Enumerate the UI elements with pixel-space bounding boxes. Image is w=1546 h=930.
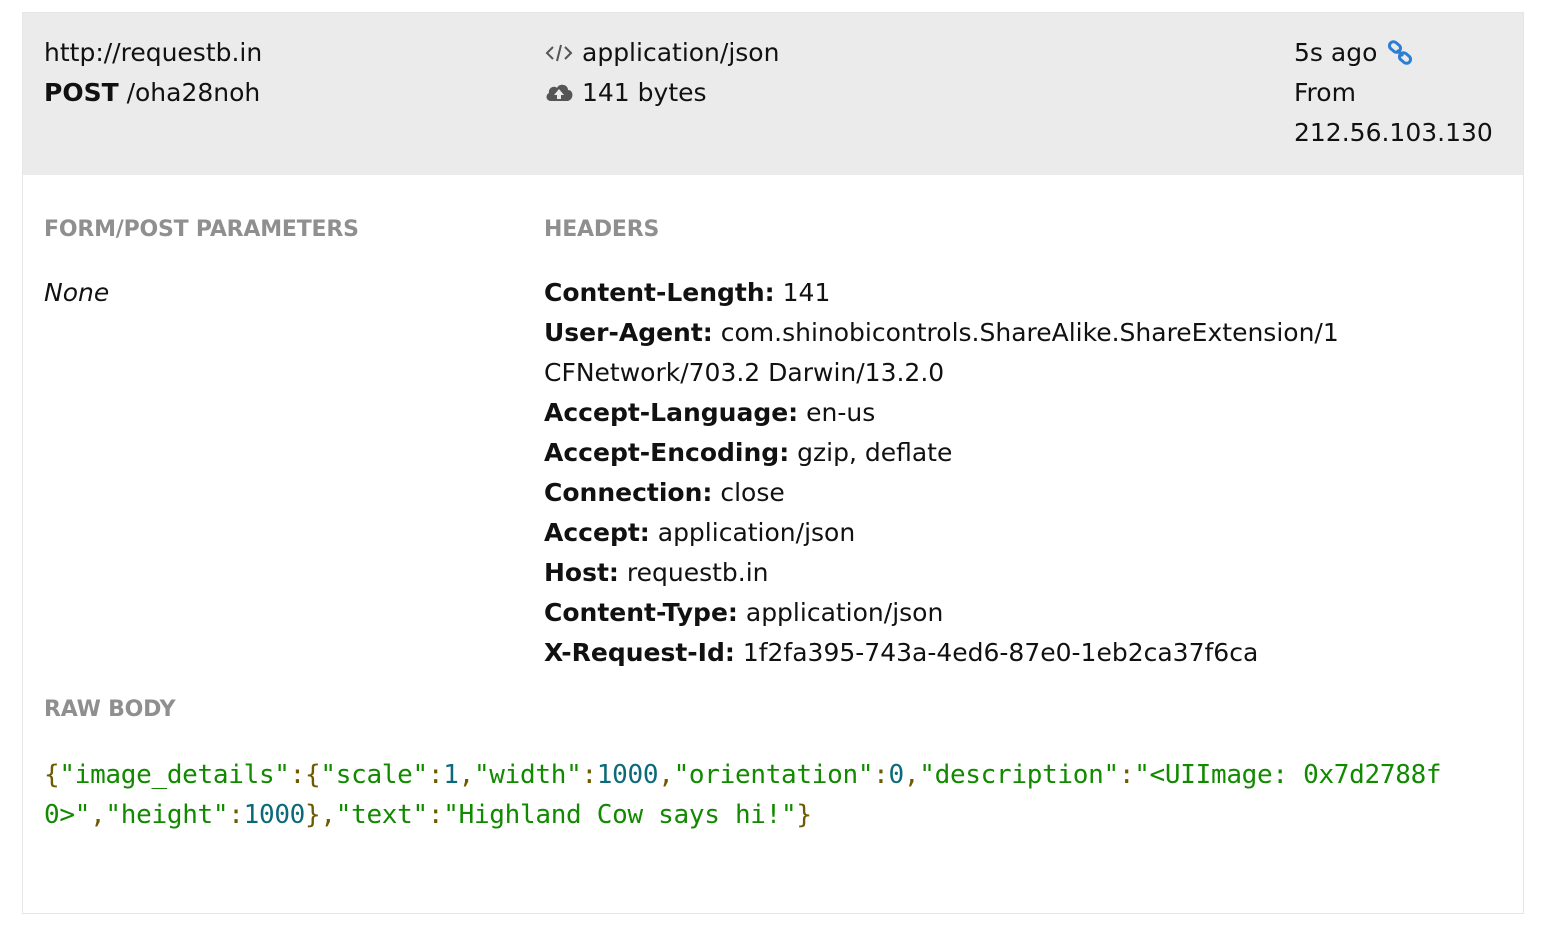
header-value: close [712,478,785,507]
request-panel: http://requestb.in POST /oha28noh applic… [22,12,1524,914]
from-ip: 212.56.103.130 [1294,118,1493,147]
header-name: Content-Type: [544,598,738,627]
header-value: gzip, deflate [789,438,953,467]
body-size-row: 141 bytes [544,73,779,113]
header-row: Content-Length: 141 [544,273,1339,313]
json-token: "text" [335,800,428,830]
json-token: } [796,800,812,830]
json-token: "<UIImage: 0x7d2788f [1134,760,1442,790]
json-token: 0 [888,760,905,790]
raw-body-line: {"image_details":{"scale":1,"width":1000… [44,755,1514,795]
body-size-value: 141 bytes [582,78,707,107]
json-token: 1000 [596,760,659,790]
json-token: , [658,760,674,790]
header-name: Accept-Encoding: [544,438,790,467]
json-token: 0>" [44,800,91,830]
header-row: Host: requestb.in [544,553,1339,593]
request-meta-column: application/json 141 bytes [544,33,779,113]
json-token: , [903,760,920,790]
json-token: : [228,800,244,830]
link-icon[interactable] [1387,40,1415,66]
json-token: : [427,760,444,790]
json-token: "image_details" [59,760,290,790]
json-token: "height" [105,800,229,830]
json-token: }, [305,800,336,830]
header-name: Accept-Language: [544,398,799,427]
header-value: 1f2fa395-743a-4ed6-87e0-1eb2ca37f6ca [734,638,1259,667]
raw-body-content: {"image_details":{"scale":1,"width":1000… [44,755,1514,835]
raw-body-title: RAW BODY [44,697,176,722]
header-name: Host: [544,558,619,587]
header-row: User-Agent: com.shinobicontrols.ShareAli… [544,313,1339,353]
json-token: "scale" [320,760,428,790]
header-value: application/json [649,518,856,547]
json-token: :{ [289,760,321,790]
code-icon [544,41,574,65]
json-token: "description" [919,760,1119,790]
json-token: : [427,800,444,830]
json-token: : [873,760,889,790]
request-method-path: POST /oha28noh [44,73,262,113]
headers-title: HEADERS [544,217,660,242]
request-host: http://requestb.in [44,38,263,67]
header-value: application/json [737,598,944,627]
header-row: X-Request-Id: 1f2fa395-743a-4ed6-87e0-1e… [544,633,1339,673]
json-token: : [1118,760,1135,790]
from-label: From [1294,78,1356,107]
cloud-upload-icon [544,81,574,105]
request-age-row: 5s ago [1294,33,1493,73]
json-token: "orientation" [673,760,874,790]
header-row: Content-Type: application/json [544,593,1339,633]
header-name: Accept: [544,518,650,547]
json-token: , [90,800,106,830]
header-name: X-Request-Id: [544,638,735,667]
json-token: { [44,760,60,790]
request-time-column: 5s ago From 212.56.103.130 [1294,33,1493,153]
header-value-continuation: CFNetwork/703.2 Darwin/13.2.0 [544,358,945,387]
json-token: , [458,760,475,790]
json-token: 1 [443,760,459,790]
header-row: Accept: application/json [544,513,1339,553]
request-age: 5s ago [1294,38,1378,67]
headers-list: Content-Length: 141 User-Agent: com.shin… [544,273,1339,673]
content-type-row: application/json [544,33,779,73]
raw-body-line: 0>","height":1000},"text":"Highland Cow … [44,795,1514,835]
header-value: 141 [774,278,831,307]
header-value: requestb.in [618,558,769,587]
request-summary-bar: http://requestb.in POST /oha28noh applic… [23,13,1523,175]
json-token: "width" [473,760,582,790]
request-url-column: http://requestb.in POST /oha28noh [44,33,262,113]
header-row: Accept-Language: en-us [544,393,1339,433]
form-params-title: FORM/POST PARAMETERS [44,217,359,242]
json-token: 1000 [243,800,306,830]
form-params-value: None [44,278,110,307]
header-value: en-us [798,398,876,427]
header-row: Connection: close [544,473,1339,513]
json-token: "Highland Cow says hi!" [443,800,797,830]
header-name: User-Agent: [544,318,713,347]
header-name: Content-Length: [544,278,775,307]
request-method: POST [44,78,119,107]
header-value: com.shinobicontrols.ShareAlike.ShareExte… [712,318,1339,347]
request-path: /oha28noh [126,78,261,107]
content-type-value: application/json [582,38,780,67]
json-token: : [581,760,597,790]
header-row: Accept-Encoding: gzip, deflate [544,433,1339,473]
header-name: Connection: [544,478,713,507]
